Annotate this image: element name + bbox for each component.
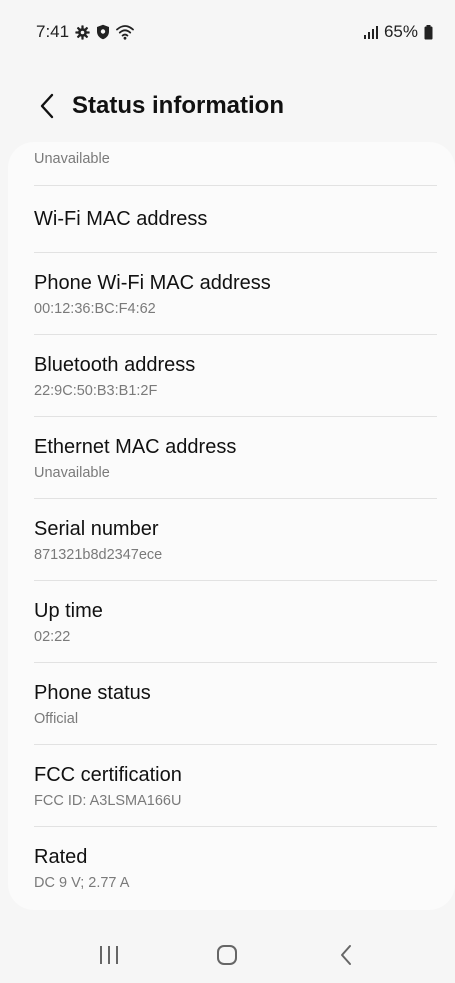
list-item-title: Ethernet MAC address xyxy=(34,436,237,458)
chevron-left-icon xyxy=(40,93,54,119)
shield-icon xyxy=(96,24,110,40)
list-item-value: DC 9 V; 2.77 A xyxy=(34,875,130,891)
navigation-bar xyxy=(0,927,455,983)
list-item-value: 22:9C:50:B3:B1:2F xyxy=(34,383,158,399)
list-item-title: Up time xyxy=(34,600,103,622)
list-item-ethernet-mac[interactable]: Ethernet MAC address Unavailable xyxy=(34,417,437,499)
list-item-title: Bluetooth address xyxy=(34,354,196,376)
list-item-phone-wifi-mac[interactable]: Phone Wi-Fi MAC address 00:12:36:BC:F4:6… xyxy=(34,253,437,335)
list-item-value: Official xyxy=(34,711,79,727)
wifi-icon xyxy=(116,24,134,40)
signal-icon xyxy=(363,25,378,39)
list-item-title: Phone status xyxy=(34,682,151,704)
battery-icon xyxy=(424,24,433,40)
page-title: Status information xyxy=(72,92,285,119)
list-item-previous[interactable]: Unavailable xyxy=(34,142,437,186)
status-list[interactable]: Unavailable Wi-Fi MAC address Phone Wi-F… xyxy=(8,142,455,910)
status-bar-left: 7:41 xyxy=(36,22,134,42)
gear-icon xyxy=(75,24,90,40)
battery-percent: 65% xyxy=(383,22,418,41)
list-item-value: 871321b8d2347ece xyxy=(34,547,163,563)
list-item-rated[interactable]: Rated DC 9 V; 2.77 A xyxy=(34,827,437,909)
home-icon xyxy=(217,945,238,965)
recents-button[interactable] xyxy=(79,935,139,975)
list-item-value: 02:22 xyxy=(34,629,71,645)
list-item-title: Wi-Fi MAC address xyxy=(34,208,208,230)
list-item-title: Serial number xyxy=(34,518,159,540)
app-bar: Status information xyxy=(0,78,455,134)
list-item-title: FCC certification xyxy=(34,764,182,786)
nav-back-button[interactable] xyxy=(316,935,376,975)
list-item-value: 00:12:36:BC:F4:62 xyxy=(34,301,156,317)
list-item-bluetooth-address[interactable]: Bluetooth address 22:9C:50:B3:B1:2F xyxy=(34,335,437,417)
status-bar-right: 65% xyxy=(363,22,433,42)
list-item-value: Unavailable xyxy=(34,151,110,167)
list-item-serial-number[interactable]: Serial number 871321b8d2347ece xyxy=(34,499,437,581)
list-item-title: Rated xyxy=(34,846,88,868)
recents-icon xyxy=(100,946,119,964)
clock: 7:41 xyxy=(36,22,70,41)
back-button[interactable] xyxy=(24,83,70,129)
status-bar: 7:41 65% xyxy=(0,0,455,64)
list-item-phone-status[interactable]: Phone status Official xyxy=(34,663,437,745)
list-item-value: FCC ID: A3LSMA166U xyxy=(34,793,182,809)
list-item-title: Phone Wi-Fi MAC address xyxy=(34,272,271,294)
list-item-fcc-certification[interactable]: FCC certification FCC ID: A3LSMA166U xyxy=(34,745,437,827)
home-button[interactable] xyxy=(197,935,257,975)
list-item-wifi-mac[interactable]: Wi-Fi MAC address xyxy=(34,186,437,253)
list-item-value: Unavailable xyxy=(34,465,110,481)
back-icon xyxy=(340,945,351,965)
list-item-up-time[interactable]: Up time 02:22 xyxy=(34,581,437,663)
